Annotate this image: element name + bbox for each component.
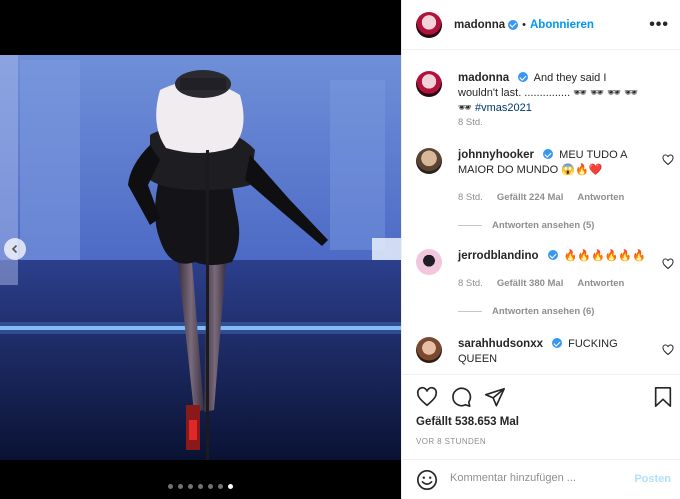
post-comment-button[interactable]: Posten	[634, 473, 671, 485]
commenter-username[interactable]: sarahhudsonxx	[458, 338, 543, 350]
commenter-avatar[interactable]	[416, 148, 442, 174]
heart-icon[interactable]	[416, 386, 438, 408]
more-options-icon[interactable]: •••	[649, 16, 669, 34]
carousel-dot	[178, 484, 183, 489]
view-replies-label: Antworten ansehen (5)	[492, 220, 595, 231]
comment-text: johnnyhooker MEU TUDO A MAIOR DO MUNDO 😱…	[458, 148, 648, 178]
carousel-dot	[198, 484, 203, 489]
verified-badge-icon	[543, 149, 554, 159]
emoji-icon[interactable]	[416, 469, 438, 491]
post-photo	[0, 0, 401, 499]
paper-plane-icon[interactable]	[484, 386, 506, 408]
verified-badge-icon	[552, 338, 563, 348]
comment-icon[interactable]	[450, 386, 472, 408]
like-comment-heart-icon[interactable]	[662, 154, 674, 166]
replies-divider	[458, 311, 482, 312]
comment-likes[interactable]: Gefällt 380 Mal	[497, 278, 564, 289]
post-media[interactable]	[0, 0, 401, 499]
carousel-dot	[168, 484, 173, 489]
carousel-prev-button[interactable]	[4, 238, 26, 260]
likes-count[interactable]: Gefällt 538.653 Mal	[416, 416, 519, 428]
separator-dot: •	[522, 18, 526, 31]
reply-button[interactable]: Antworten	[577, 278, 624, 289]
author-username[interactable]: madonna	[454, 19, 505, 31]
view-replies-button[interactable]: Antworten ansehen (6)	[458, 306, 594, 317]
commenter-avatar[interactable]	[416, 249, 442, 275]
carousel-dot	[208, 484, 213, 489]
comment-input[interactable]	[450, 472, 620, 484]
comment-body: 🔥🔥🔥🔥🔥🔥	[563, 250, 646, 262]
carousel-indicator	[0, 484, 401, 489]
follow-button[interactable]: Abonnieren	[530, 19, 594, 31]
post-side-panel: madonna • Abonnieren ••• madonna And the…	[401, 0, 680, 499]
comment-text: jerrodblandino 🔥🔥🔥🔥🔥🔥	[458, 249, 648, 264]
comment-time: 8 Std.	[458, 278, 483, 289]
comment-text: sarahhudsonxx FUCKING QUEEN	[458, 337, 648, 367]
view-replies-label: Antworten ansehen (6)	[492, 306, 595, 317]
commenter-username[interactable]: johnnyhooker	[458, 149, 534, 161]
post-actions: Gefällt 538.653 Mal VOR 8 STUNDEN	[402, 374, 680, 454]
reply-button[interactable]: Antworten	[577, 192, 624, 203]
verified-badge-icon	[508, 19, 519, 30]
author-avatar[interactable]	[416, 71, 442, 97]
replies-divider	[458, 225, 482, 226]
commenter-username[interactable]: jerrodblandino	[458, 250, 539, 262]
verified-badge-icon	[518, 72, 529, 82]
comment-likes[interactable]: Gefällt 224 Mal	[497, 192, 564, 203]
post-timestamp[interactable]: VOR 8 STUNDEN	[416, 437, 486, 446]
carousel-dot	[218, 484, 223, 489]
view-replies-button[interactable]: Antworten ansehen (5)	[458, 220, 594, 231]
hashtag-link[interactable]: #vmas2021	[475, 102, 532, 114]
comments-list[interactable]: madonna And they said I wouldn't last. .…	[402, 51, 680, 373]
comment-composer: Posten	[402, 459, 680, 499]
like-comment-heart-icon[interactable]	[662, 258, 674, 270]
comment-meta: 8 Std. Gefällt 380 Mal Antworten	[458, 278, 624, 289]
commenter-avatar[interactable]	[416, 337, 442, 363]
comment-time: 8 Std.	[458, 192, 483, 203]
verified-badge-icon	[547, 250, 558, 260]
caption-username[interactable]: madonna	[458, 72, 509, 84]
bookmark-icon[interactable]	[652, 386, 674, 408]
caption-meta: 8 Std.	[458, 117, 483, 128]
caption-time: 8 Std.	[458, 117, 483, 128]
comment-meta: 8 Std. Gefällt 224 Mal Antworten	[458, 192, 624, 203]
carousel-dot	[188, 484, 193, 489]
chevron-left-icon	[11, 244, 18, 254]
author-avatar[interactable]	[416, 11, 442, 38]
post-header: madonna • Abonnieren •••	[402, 0, 680, 50]
like-comment-heart-icon[interactable]	[662, 344, 674, 356]
caption-text: madonna And they said I wouldn't last. .…	[458, 71, 648, 116]
carousel-dot	[228, 484, 233, 489]
